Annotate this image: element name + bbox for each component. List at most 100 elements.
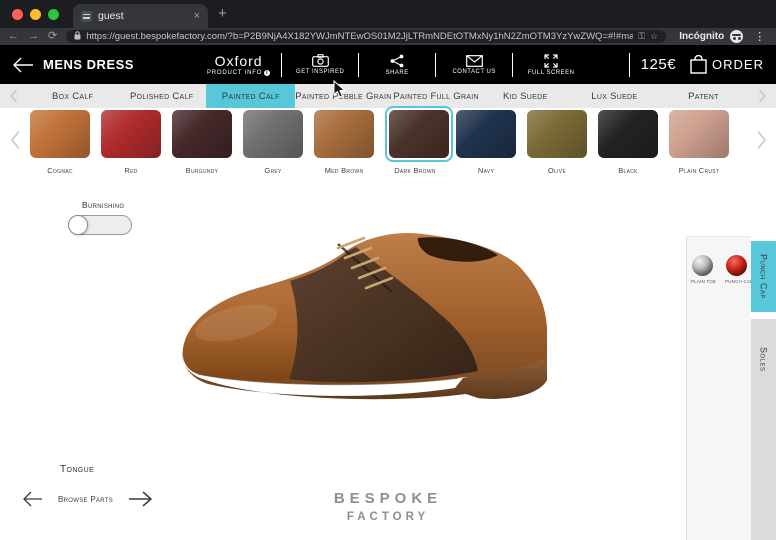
site-favicon (81, 11, 92, 22)
shoe-3d-view[interactable] (178, 228, 568, 408)
back-to-category[interactable]: MENS DRESS (12, 57, 207, 73)
password-key-icon[interactable]: ⚿ (638, 32, 645, 41)
incognito-indicator: Incógnito (679, 30, 743, 43)
incognito-icon (730, 30, 743, 43)
swatch-black[interactable]: Black (598, 110, 658, 175)
browser-menu-icon[interactable]: ⋮ (754, 30, 765, 43)
tab-title: guest (98, 10, 188, 22)
material-tab-painted-calf[interactable]: Painted Calf (206, 84, 295, 108)
order-group: 125€ ORDER (618, 45, 764, 84)
punch-cap-material-ball[interactable] (726, 255, 747, 276)
swatch-color[interactable] (101, 110, 161, 158)
swatch-label: Dark Brown (385, 166, 445, 175)
swatch-label: Red (101, 166, 161, 175)
product-name: Oxford (207, 53, 270, 69)
option-label: PLAIN TOE (691, 279, 714, 284)
option-plain-toe[interactable]: PLAIN TOE (691, 255, 714, 284)
material-tab-box-calf[interactable]: Box Calf (28, 84, 117, 108)
swatch-med-brown[interactable]: Med Brown (314, 110, 374, 175)
swatch-color[interactable] (598, 110, 658, 158)
swatch-color[interactable] (314, 110, 374, 158)
colors-scroll-right[interactable] (746, 110, 776, 170)
contact-us-label: CONTACT US (447, 69, 501, 75)
material-tabs: Box Calf Polished Calf Painted Calf Pain… (28, 84, 748, 108)
lock-icon (74, 31, 81, 42)
material-tab-kid-suede[interactable]: Kid Suede (481, 84, 570, 108)
header-actions: Oxford PRODUCT INFO i GET INSPIRED (207, 45, 578, 84)
shopping-bag-icon[interactable] (690, 55, 707, 74)
close-tab-icon[interactable]: × (194, 11, 200, 22)
swatch-color[interactable] (243, 110, 303, 158)
close-window-button[interactable] (12, 9, 23, 20)
zoom-window-button[interactable] (48, 9, 59, 20)
next-part-arrow-icon[interactable] (127, 490, 153, 508)
back-arrow-icon[interactable] (12, 57, 34, 73)
browser-tab[interactable]: guest × (73, 4, 208, 28)
material-tab-patent[interactable]: Patent (659, 84, 748, 108)
header-divider (281, 53, 282, 77)
swatch-burgundy[interactable]: Burgundy (172, 110, 232, 175)
share-icon (390, 54, 404, 68)
address-bar[interactable]: https://guest.bespokefactory.com/?b=P2B9… (66, 30, 666, 43)
burnishing-toggle[interactable] (68, 215, 132, 235)
tab-soles[interactable]: Soles (751, 319, 776, 540)
material-tab-painted-full-grain[interactable]: Painted Full Grain (392, 84, 481, 108)
fullscreen-icon (544, 54, 558, 68)
chevron-right-icon (756, 130, 767, 150)
forward-icon[interactable]: → (28, 31, 39, 42)
product-info-button[interactable]: PRODUCT INFO i (207, 70, 270, 76)
swatch-label: Olive (527, 166, 587, 175)
plain-toe-material-ball[interactable] (692, 255, 713, 276)
swatch-grey[interactable]: Grey (243, 110, 303, 175)
window-controls[interactable] (12, 9, 59, 20)
swatch-color[interactable] (669, 110, 729, 158)
toggle-knob[interactable] (68, 215, 88, 235)
swatch-color[interactable] (30, 110, 90, 158)
sidebar-tab-strip: Punch Cap Soles (751, 236, 776, 540)
mouse-cursor (333, 80, 346, 98)
order-button[interactable]: ORDER (712, 57, 764, 72)
contact-us-button[interactable]: CONTACT US (447, 55, 501, 75)
option-punch-cap[interactable]: PUNCH CAP (725, 255, 748, 284)
swatch-color[interactable] (389, 110, 449, 158)
swatch-color[interactable] (527, 110, 587, 158)
swatch-color[interactable] (172, 110, 232, 158)
swatch-dark-brown-selected[interactable]: Dark Brown (385, 110, 445, 175)
new-tab-button[interactable]: + (218, 5, 227, 22)
bookmark-star-icon[interactable]: ☆ (650, 32, 658, 41)
materials-scroll-right[interactable] (748, 84, 776, 108)
material-tab-lux-suede[interactable]: Lux Suede (570, 84, 659, 108)
material-tab-polished-calf[interactable]: Polished Calf (117, 84, 206, 108)
site-header: MENS DRESS Oxford PRODUCT INFO i GET INS… (0, 45, 776, 84)
browse-parts-label: Browse Parts (58, 495, 113, 504)
materials-scroll-left[interactable] (0, 84, 28, 108)
full-screen-button[interactable]: FULL SCREEN (524, 54, 578, 76)
part-options-sidebar: PLAIN TOE PUNCH CAP Punch Cap Soles (686, 236, 776, 540)
toe-options: PLAIN TOE PUNCH CAP (691, 255, 748, 284)
product-block: Oxford PRODUCT INFO i (207, 53, 270, 76)
browser-toolbar: ← → ⟳ https://guest.bespokefactory.com/?… (0, 28, 776, 45)
url-text: https://guest.bespokefactory.com/?b=P2B9… (86, 31, 633, 42)
swatch-cognac[interactable]: Cognac (30, 110, 90, 175)
swatch-navy[interactable]: Navy (456, 110, 516, 175)
header-divider (435, 53, 436, 77)
swatch-olive[interactable]: Olive (527, 110, 587, 175)
get-inspired-button[interactable]: GET INSPIRED (293, 54, 347, 75)
swatch-color[interactable] (456, 110, 516, 158)
incognito-label: Incógnito (679, 31, 724, 42)
chevron-left-icon (10, 89, 18, 103)
camera-icon (312, 54, 329, 67)
minimize-window-button[interactable] (30, 9, 41, 20)
tab-punch-cap[interactable]: Punch Cap (751, 241, 776, 312)
share-button[interactable]: SHARE (370, 54, 424, 76)
swatch-plain-crust[interactable]: Plain Crust (669, 110, 729, 175)
swatch-red[interactable]: Red (101, 110, 161, 175)
price-label: 125€ (641, 56, 676, 73)
envelope-icon (466, 55, 483, 67)
browser-tabstrip: guest × + (0, 0, 776, 28)
back-icon[interactable]: ← (8, 31, 19, 42)
colors-scroll-left[interactable] (0, 110, 30, 170)
previous-part-arrow-icon[interactable] (22, 491, 44, 507)
header-divider (629, 53, 630, 77)
reload-icon[interactable]: ⟳ (48, 31, 57, 42)
